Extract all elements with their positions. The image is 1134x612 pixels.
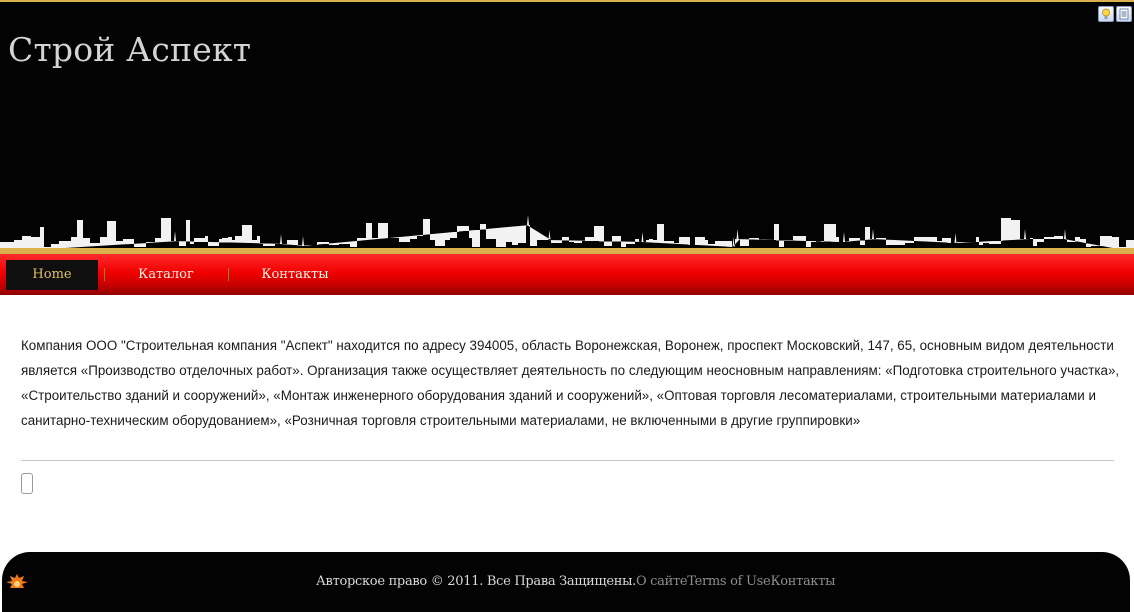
page-menu-icon[interactable]: [1116, 6, 1132, 22]
browser-toolbar: [1098, 6, 1132, 22]
nav-item-catalog[interactable]: Каталог: [126, 260, 206, 290]
site-header: Строй Аспект: [0, 0, 1134, 252]
badge-icon: [6, 574, 28, 588]
company-description: Компания ООО "Строительная компания "Асп…: [21, 338, 1120, 428]
nav-item-contacts[interactable]: Контакты: [250, 260, 340, 290]
site-title[interactable]: Строй Аспект: [8, 30, 251, 69]
footer-link-about[interactable]: О сайте: [636, 574, 688, 589]
nav-item-home[interactable]: Home: [6, 260, 98, 290]
nav-divider: [228, 268, 229, 281]
site-footer: Авторское право © 2011. Все Права Защище…: [2, 552, 1130, 612]
content-divider: [21, 460, 1114, 461]
city-skyline-graphic: [0, 215, 1134, 252]
footer-link-terms[interactable]: Terms of Use: [687, 574, 771, 589]
footer-line: Авторское право © 2011. Все Права Защище…: [316, 574, 836, 589]
lightbulb-icon[interactable]: [1098, 6, 1114, 22]
nav-divider: [104, 268, 105, 281]
empty-widget-box[interactable]: [21, 473, 33, 494]
copyright-text: Авторское право © 2011. Все Права Защище…: [316, 574, 636, 589]
footer-link-contacts[interactable]: Контакты: [770, 574, 835, 589]
main-nav: Home Каталог Контакты: [0, 252, 1134, 295]
page: Строй Аспект Home Каталог Контакты Компа…: [0, 0, 1134, 612]
